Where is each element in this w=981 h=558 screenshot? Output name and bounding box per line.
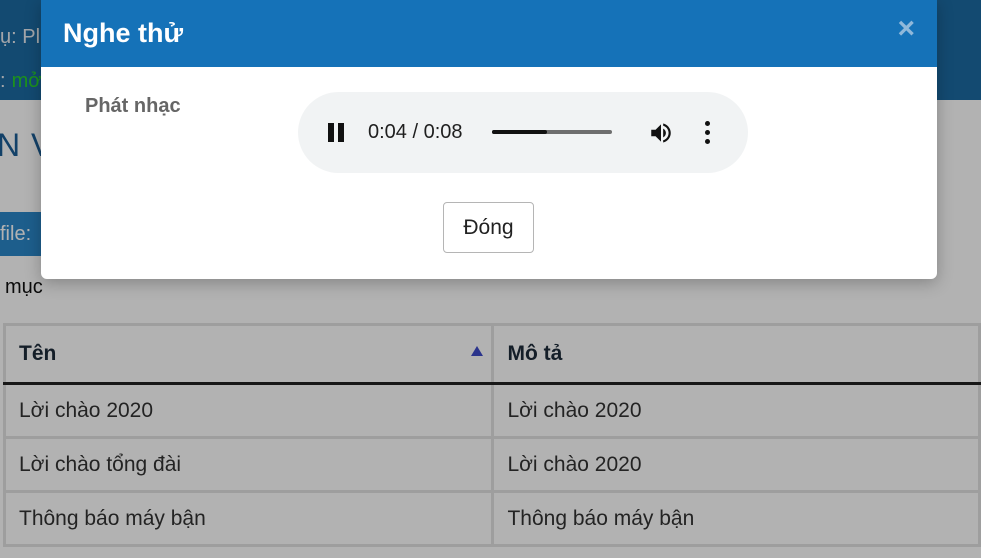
audio-progress-slider[interactable] [492,130,612,134]
pause-icon[interactable] [327,123,345,142]
modal-title: Nghe thử [63,18,184,48]
more-options-icon[interactable] [704,121,712,145]
audio-progress-fill [492,130,548,134]
close-button[interactable]: Đóng [443,202,534,253]
modal-header: Nghe thử × [41,0,937,67]
audio-time-display: 0:04 / 0:08 [368,121,463,143]
close-icon[interactable]: × [897,14,915,44]
preview-audio-modal: Nghe thử × Phát nhạc 0:04 / 0:08 Đóng [41,0,937,279]
volume-icon[interactable] [648,120,674,146]
play-music-label: Phát nhạc [85,95,181,117]
audio-player: 0:04 / 0:08 [298,92,748,173]
